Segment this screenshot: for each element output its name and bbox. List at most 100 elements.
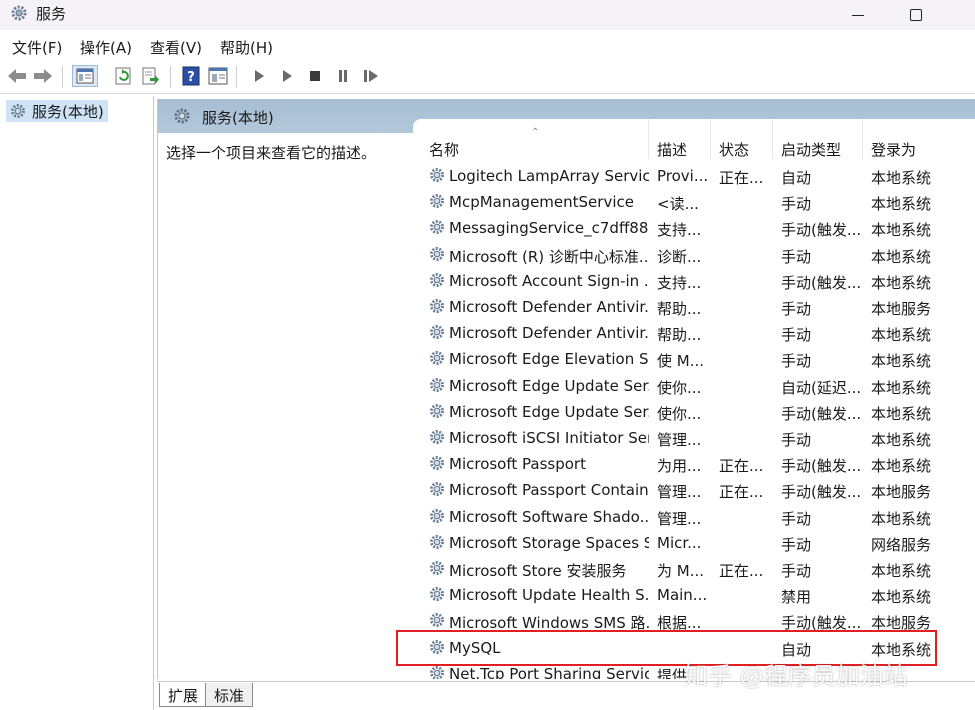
play-icon[interactable] xyxy=(248,65,270,87)
service-gear-icon xyxy=(428,559,446,581)
service-logon-as: 本地系统 xyxy=(871,457,932,476)
table-row[interactable]: Microsoft Software Shado... 管理... 手动 本地系统 xyxy=(413,504,975,530)
service-gear-icon xyxy=(428,245,446,267)
table-row[interactable]: Microsoft Edge Update Ser... 使你... 自动(延迟..… xyxy=(413,373,975,399)
table-row[interactable]: Microsoft Defender Antivir... 帮助... 手动 本地服务 xyxy=(413,294,975,320)
service-name: Microsoft Edge Update Ser... xyxy=(449,376,649,395)
maximize-icon xyxy=(910,9,922,21)
service-startup-type: 手动 xyxy=(781,535,812,554)
service-gear-icon xyxy=(428,349,446,371)
table-row[interactable]: Microsoft Store 安装服务 为 M... 正在... 手动 本地系统 xyxy=(413,556,975,582)
column-header-logon-as[interactable]: 登录为 xyxy=(863,119,963,159)
service-logon-as: 本地系统 xyxy=(871,221,932,240)
tab-extended[interactable]: 扩展 xyxy=(159,683,208,707)
description-hint: 选择一个项目来查看它的描述。 xyxy=(166,144,377,162)
service-logon-as: 本地服务 xyxy=(871,483,932,502)
table-row[interactable]: McpManagementService <读... 手动 本地系统 xyxy=(413,189,975,215)
column-header-label: 状态 xyxy=(719,141,750,159)
service-startup-type: 自动(延迟... xyxy=(781,378,862,397)
help-icon[interactable]: ? xyxy=(180,65,202,87)
service-description: 为用... xyxy=(657,457,702,476)
table-row[interactable]: MessagingService_c7dff88 支持... 手动(触发... 本地系… xyxy=(413,215,975,241)
menu-file[interactable]: 文件(F) xyxy=(12,37,62,58)
service-gear-icon xyxy=(428,402,446,424)
service-logon-as: 本地系统 xyxy=(871,195,932,214)
service-logon-as: 本地系统 xyxy=(871,247,932,266)
pause-icon[interactable] xyxy=(332,65,354,87)
table-row[interactable]: Microsoft Edge Elevation S... 使 M... 手动 本地系… xyxy=(413,346,975,372)
service-startup-type: 自动 xyxy=(781,169,812,187)
table-row[interactable]: Microsoft Passport 为用... 正在... 手动(触发... 本地系统 xyxy=(413,451,975,477)
service-status: 正在... xyxy=(719,169,764,187)
service-logon-as: 本地系统 xyxy=(871,509,932,528)
toolbar-separator xyxy=(236,66,237,88)
service-description: 管理... xyxy=(657,483,702,502)
service-name: Microsoft Passport Container xyxy=(449,481,649,500)
service-name: Microsoft Store 安装服务 xyxy=(449,562,627,580)
table-row[interactable]: Microsoft iSCSI Initiator Ser... 管理... 手动 本… xyxy=(413,425,975,451)
service-description: 使 M... xyxy=(657,352,705,371)
export-icon[interactable] xyxy=(140,65,162,87)
service-logon-as: 本地系统 xyxy=(871,326,932,345)
service-logon-as: 本地系统 xyxy=(871,562,932,580)
service-logon-as: 本地系统 xyxy=(871,431,932,449)
service-startup-type: 手动(触发... xyxy=(781,457,862,476)
service-startup-type: 手动 xyxy=(781,247,812,266)
services-gear-icon xyxy=(9,3,29,23)
service-gear-icon xyxy=(428,166,446,188)
services-gear-icon xyxy=(9,102,27,124)
service-logon-as: 本地系统 xyxy=(871,352,932,371)
menu-help[interactable]: 帮助(H) xyxy=(220,37,273,58)
service-gear-icon xyxy=(428,454,446,476)
service-startup-type: 手动(触发... xyxy=(781,221,862,240)
table-row[interactable]: Microsoft Defender Antivir... 帮助... 手动 本地系统 xyxy=(413,320,975,346)
minimize-button[interactable] xyxy=(834,0,882,30)
resume-icon[interactable] xyxy=(360,65,382,87)
menu-bar: 文件(F) 操作(A) 查看(V) 帮助(H) xyxy=(0,30,975,60)
column-header-label: 描述 xyxy=(657,141,688,159)
service-name: Microsoft Edge Elevation S... xyxy=(449,350,649,369)
table-row[interactable]: Microsoft Update Health S... Main... 禁用 本地系… xyxy=(413,582,975,608)
service-startup-type: 手动 xyxy=(781,195,812,214)
stop-icon[interactable] xyxy=(304,65,326,87)
table-row[interactable]: Microsoft Account Sign-in ... 支持... 手动(触发.… xyxy=(413,268,975,294)
forward-arrow-icon[interactable] xyxy=(32,65,54,87)
title-bar: 服务 xyxy=(0,0,975,30)
toolbar: ? xyxy=(0,60,975,94)
column-header-status[interactable]: 状态 xyxy=(711,119,773,159)
console-tree-icon[interactable] xyxy=(72,65,98,87)
service-startup-type: 手动 xyxy=(781,562,812,580)
column-header-description[interactable]: 描述 xyxy=(649,119,711,159)
service-name: Microsoft Defender Antivir... xyxy=(449,324,649,343)
service-logon-as: 本地系统 xyxy=(871,273,932,292)
tab-standard[interactable]: 标准 xyxy=(205,683,254,707)
watermark: 知乎 @程序员加油站 xyxy=(684,662,908,690)
refresh-icon[interactable] xyxy=(112,65,134,87)
menu-view[interactable]: 查看(V) xyxy=(150,37,202,58)
service-startup-type: 手动 xyxy=(781,431,812,449)
service-gear-icon xyxy=(428,533,446,555)
column-header-startup-type[interactable]: 启动类型 xyxy=(773,119,863,159)
service-description: 帮助... xyxy=(657,300,702,318)
properties-icon[interactable] xyxy=(207,65,229,87)
service-description: Provi... xyxy=(657,167,709,185)
back-arrow-icon[interactable] xyxy=(6,65,28,87)
service-name: Net.Tcp Port Sharing Service xyxy=(449,664,649,679)
service-gear-icon xyxy=(428,297,446,319)
toolbar-separator xyxy=(170,66,171,88)
column-header-name[interactable]: 名称 xyxy=(413,119,649,159)
maximize-button[interactable] xyxy=(892,0,940,30)
service-logon-as: 本地服务 xyxy=(871,300,932,318)
table-row[interactable]: Logitech LampArray Service Provi... 正在... 自… xyxy=(413,163,975,189)
table-row[interactable]: Microsoft Storage Spaces S... Micr... 手动 网络… xyxy=(413,530,975,556)
toolbar-separator xyxy=(62,66,63,88)
service-logon-as: 本地系统 xyxy=(871,169,932,187)
service-description: 管理... xyxy=(657,431,702,449)
table-row[interactable]: Microsoft Edge Update Ser... 使你... 手动(触发..… xyxy=(413,399,975,425)
play-alt-icon[interactable] xyxy=(276,65,298,87)
tree-item-services-local[interactable]: 服务(本地) xyxy=(6,100,108,122)
svg-text:?: ? xyxy=(187,70,195,85)
table-row[interactable]: Microsoft Passport Container 管理... 正在... 手动… xyxy=(413,477,975,503)
menu-action[interactable]: 操作(A) xyxy=(80,37,132,58)
table-row[interactable]: Microsoft (R) 诊断中心标准... 诊断... 手动 本地系统 xyxy=(413,242,975,268)
